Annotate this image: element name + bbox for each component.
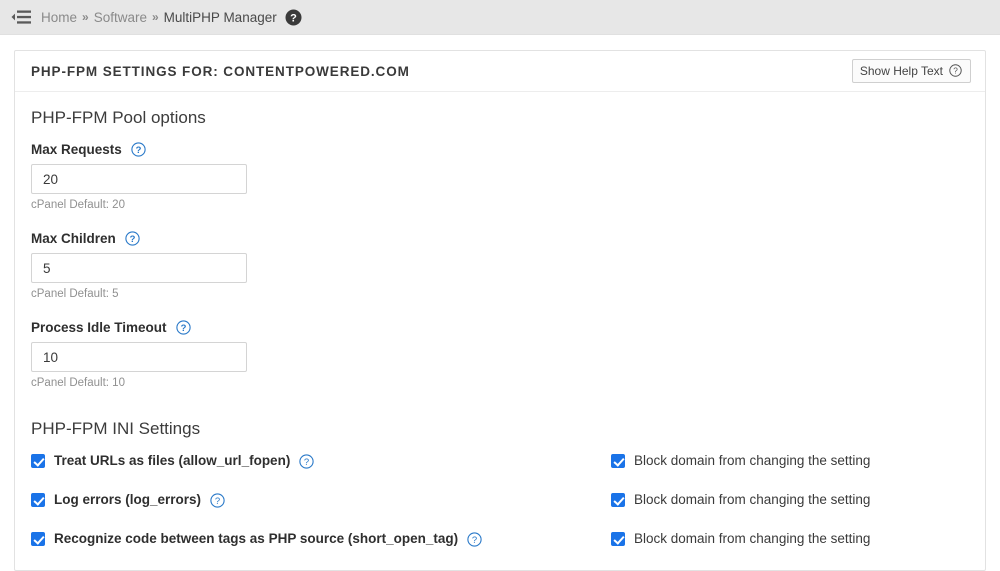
field-max-children: Max Children ? cPanel Default: 5	[31, 231, 969, 300]
show-help-text-label: Show Help Text	[859, 63, 943, 78]
svg-text:?: ?	[215, 496, 220, 507]
field-label-text: Process Idle Timeout	[31, 320, 167, 335]
svg-text:?: ?	[180, 323, 186, 334]
help-circle-outline-icon: ?	[948, 63, 963, 78]
log-errors-checkbox[interactable]	[31, 493, 45, 507]
ini-setting-label: Log errors (log_errors)	[54, 492, 202, 507]
help-circle-outline-icon[interactable]: ?	[125, 231, 140, 246]
ini-setting-label: Treat URLs as files (allow_url_fopen)	[54, 453, 291, 468]
svg-text:?: ?	[290, 12, 297, 24]
svg-text:?: ?	[304, 457, 309, 468]
page-title: PHP-FPM SETTINGS FOR: CONTENTPOWERED.COM	[31, 63, 410, 79]
allow-url-fopen-checkbox[interactable]	[31, 454, 45, 468]
ini-settings-heading: PHP-FPM INI Settings	[31, 419, 201, 438]
max-requests-default-note: cPanel Default: 20	[31, 199, 125, 211]
ini-setting-row: Log errors (log_errors) ? Block domain f…	[31, 492, 969, 508]
panel-header: PHP-FPM SETTINGS FOR: CONTENTPOWERED.COM…	[15, 51, 985, 92]
svg-text:?: ?	[953, 67, 958, 76]
block-domain-checkbox[interactable]	[611, 454, 625, 468]
help-circle-filled-icon[interactable]: ?	[285, 9, 302, 26]
hamburger-collapse-icon[interactable]	[8, 4, 34, 30]
pool-options-heading: PHP-FPM Pool options	[31, 108, 206, 127]
ini-setting-row: Treat URLs as files (allow_url_fopen) ? …	[31, 453, 969, 469]
short-open-tag-checkbox[interactable]	[31, 532, 45, 546]
field-max-requests: Max Requests ? cPanel Default: 20	[31, 142, 969, 211]
ini-settings-list: Treat URLs as files (allow_url_fopen) ? …	[31, 453, 969, 547]
block-domain-checkbox[interactable]	[611, 532, 625, 546]
block-domain-label: Block domain from changing the setting	[634, 531, 871, 546]
field-label-max-requests: Max Requests ?	[31, 142, 969, 157]
ini-setting-cell: Treat URLs as files (allow_url_fopen) ?	[31, 453, 611, 469]
breadcrumb-bar: Home » Software » MultiPHP Manager ?	[0, 0, 1000, 35]
block-domain-label: Block domain from changing the setting	[634, 453, 871, 468]
ini-setting-label: Recognize code between tags as PHP sourc…	[54, 531, 459, 546]
field-label-text: Max Children	[31, 231, 116, 246]
help-circle-outline-icon[interactable]: ?	[175, 320, 191, 335]
max-requests-input[interactable]	[31, 164, 247, 194]
block-domain-label: Block domain from changing the setting	[634, 492, 871, 507]
breadcrumb-separator: »	[151, 10, 159, 24]
ini-setting-row: Recognize code between tags as PHP sourc…	[31, 531, 969, 547]
process-idle-timeout-default-note: cPanel Default: 10	[31, 377, 125, 389]
panel-body: PHP-FPM Pool options Max Requests ? cPan…	[15, 92, 985, 547]
breadcrumb-separator: »	[82, 10, 89, 24]
max-children-input[interactable]	[31, 253, 247, 283]
show-help-text-button[interactable]: Show Help Text ?	[851, 59, 971, 83]
field-label-process-idle-timeout: Process Idle Timeout ?	[31, 320, 969, 335]
process-idle-timeout-input[interactable]	[31, 342, 247, 372]
ini-block-cell: Block domain from changing the setting	[611, 453, 969, 469]
help-circle-outline-icon[interactable]: ?	[210, 492, 225, 508]
ini-setting-cell: Log errors (log_errors) ?	[31, 492, 611, 508]
ini-block-cell: Block domain from changing the setting	[611, 492, 969, 508]
ini-setting-cell: Recognize code between tags as PHP sourc…	[31, 531, 611, 547]
ini-block-cell: Block domain from changing the setting	[611, 531, 969, 547]
php-fpm-settings-panel: PHP-FPM SETTINGS FOR: CONTENTPOWERED.COM…	[14, 50, 986, 571]
svg-text:?: ?	[472, 535, 477, 546]
breadcrumb-item-software[interactable]: Software	[94, 10, 147, 25]
help-circle-outline-icon[interactable]: ?	[299, 453, 314, 469]
help-circle-outline-icon[interactable]: ?	[131, 142, 146, 157]
block-domain-checkbox[interactable]	[611, 493, 625, 507]
breadcrumb-item-home[interactable]: Home	[41, 10, 77, 25]
breadcrumb-item-multiphp-manager: MultiPHP Manager	[163, 9, 277, 25]
svg-text:?: ?	[135, 145, 141, 156]
field-label-max-children: Max Children ?	[31, 231, 969, 246]
max-children-default-note: cPanel Default: 5	[31, 288, 119, 300]
help-circle-outline-icon[interactable]: ?	[467, 531, 482, 547]
svg-text:?: ?	[129, 234, 135, 245]
breadcrumb: Home » Software » MultiPHP Manager ?	[41, 9, 302, 26]
field-process-idle-timeout: Process Idle Timeout ? cPanel Default: 1…	[31, 320, 969, 389]
field-label-text: Max Requests	[31, 142, 122, 157]
